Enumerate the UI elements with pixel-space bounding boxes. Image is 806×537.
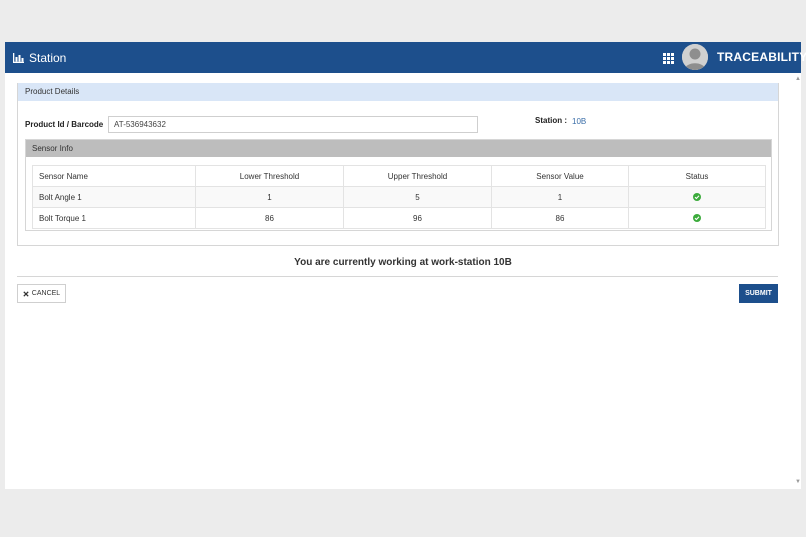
- upper-threshold: 96: [343, 207, 492, 229]
- table-header-row: Sensor Name Lower Threshold Upper Thresh…: [32, 165, 766, 187]
- check-circle-icon: [693, 214, 701, 223]
- upper-threshold: 5: [343, 186, 492, 208]
- station-value: 10B: [572, 117, 587, 126]
- user-avatar-icon[interactable]: [682, 44, 708, 70]
- workstation-message: You are currently working at work-statio…: [294, 257, 512, 268]
- lower-threshold: 86: [195, 207, 344, 229]
- submit-button[interactable]: SUBMIT: [739, 284, 778, 303]
- product-id-input[interactable]: [108, 116, 478, 133]
- column-header: Sensor Value: [491, 165, 629, 187]
- sensor-value: 86: [491, 207, 629, 229]
- check-circle-icon: [693, 193, 701, 202]
- station-label: Station :: [535, 116, 567, 125]
- station-window: Station TRACEABILITY ▲ ▼ Product Details…: [5, 42, 806, 489]
- sensor-name: Bolt Torque 1: [32, 207, 196, 229]
- page-title: Station: [29, 50, 67, 65]
- scroll-down-icon[interactable]: ▼: [795, 479, 801, 485]
- lower-threshold: 1: [195, 186, 344, 208]
- brand[interactable]: Station: [13, 42, 66, 73]
- column-header: Sensor Name: [32, 165, 196, 187]
- column-header: Upper Threshold: [343, 165, 492, 187]
- product-details-header: Product Details: [18, 83, 778, 101]
- cancel-label: CANCEL: [31, 290, 61, 297]
- sensor-info-header: Sensor Info: [26, 140, 771, 157]
- sensor-info-panel: Sensor Info Sensor Name Lower Threshold …: [25, 139, 772, 231]
- sensor-value: 1: [491, 186, 629, 208]
- scroll-up-icon[interactable]: ▲: [795, 76, 801, 82]
- product-details-panel: Product Details Product Id / Barcode Sta…: [17, 83, 779, 246]
- scrollbar[interactable]: [795, 73, 801, 489]
- sensor-table: Sensor Name Lower Threshold Upper Thresh…: [32, 165, 766, 229]
- column-header: Status: [628, 165, 766, 187]
- grid-icon[interactable]: [663, 53, 674, 64]
- cancel-button[interactable]: CANCEL: [17, 284, 66, 303]
- product-id-label: Product Id / Barcode: [25, 120, 104, 129]
- table-row: Bolt Torque 1 86 96 86: [32, 207, 766, 229]
- close-icon: [23, 290, 29, 297]
- app-name: TRACEABILITY: [717, 50, 806, 64]
- divider: [17, 276, 778, 277]
- status-cell: [628, 207, 766, 229]
- table-row: Bolt Angle 1 1 5 1: [32, 186, 766, 208]
- bar-chart-icon: [13, 52, 24, 63]
- status-cell: [628, 186, 766, 208]
- sensor-name: Bolt Angle 1: [32, 186, 196, 208]
- column-header: Lower Threshold: [195, 165, 344, 187]
- top-navbar: Station TRACEABILITY: [5, 42, 806, 73]
